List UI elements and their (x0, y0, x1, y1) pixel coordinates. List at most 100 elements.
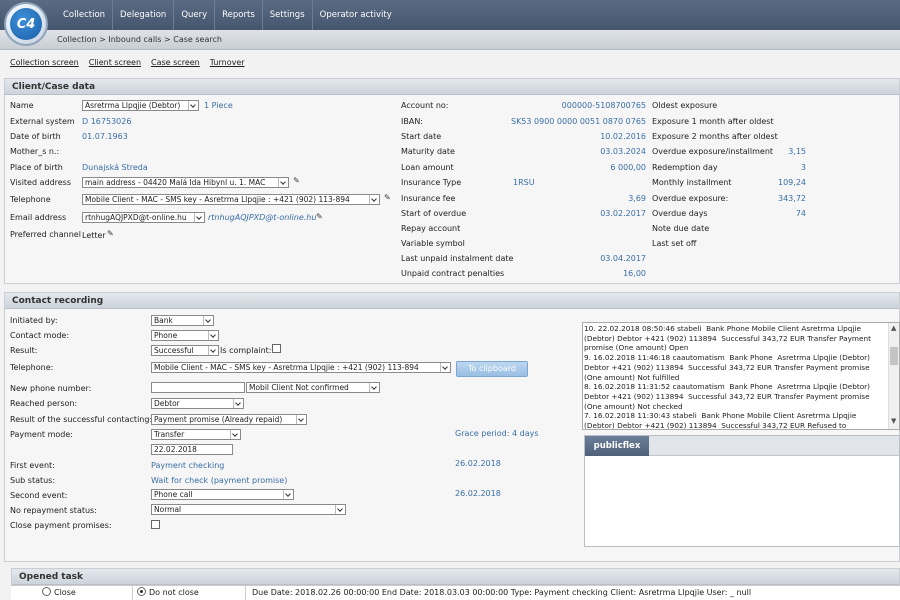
new-phone-type-value: Mobil Client Not confirmed (249, 383, 349, 392)
contact-mode-value: Phone (154, 331, 178, 340)
nav-operator-activity[interactable]: Operator activity (313, 0, 399, 30)
nav-query[interactable]: Query (174, 0, 216, 30)
redemption-day-label: Redemption day (652, 163, 718, 172)
second-event-label: Second event: (10, 491, 68, 500)
scroll-down-icon[interactable]: ▼ (891, 417, 896, 425)
publicflex-tab-bar (649, 436, 899, 456)
no-repayment-label: No repayment status: (10, 506, 97, 515)
complaint-checkbox[interactable] (272, 344, 281, 353)
chevron-down-icon (208, 331, 218, 340)
sub-status-label: Sub status: (10, 476, 56, 485)
new-phone-input[interactable] (151, 382, 245, 393)
edit-pencil-icon[interactable]: ✎ (107, 229, 114, 238)
email-select[interactable]: rtnhugAQJPXD@t-online.hu (82, 212, 205, 223)
to-clipboard-button[interactable]: To clipboard (456, 361, 528, 377)
first-event-value: Payment checking (151, 461, 225, 470)
chevron-down-icon (278, 178, 288, 187)
no-repayment-select[interactable]: Normal (151, 504, 346, 515)
overdue-days-value: 74 (795, 209, 806, 218)
publicflex-panel: publicflex (584, 435, 900, 547)
iban-label: IBAN: (401, 117, 423, 126)
penalties-value: 16,00 (623, 269, 646, 278)
scroll-thumb[interactable] (890, 347, 898, 365)
contact-mode-label: Contact mode: (10, 331, 70, 340)
contact-mode-select[interactable]: Phone (151, 330, 219, 341)
link-turnover[interactable]: Turnover (210, 58, 245, 67)
scroll-up-icon[interactable]: ▲ (891, 324, 896, 332)
task-details: Due Date: 2018.02.26 00:00:00 End Date: … (252, 588, 752, 597)
oldest-exposure-label: Oldest exposure (652, 101, 718, 110)
app-logo[interactable]: C4 (4, 2, 48, 46)
overdue-exposure-value: 343,72 (778, 194, 806, 203)
chevron-down-icon (194, 213, 204, 222)
sub-navigation: Collection screen Client screen Case scr… (10, 58, 245, 67)
main-nav: Collection Delegation Query Reports Sett… (56, 0, 399, 30)
do-not-close-radio[interactable] (137, 587, 146, 596)
link-case-screen[interactable]: Case screen (151, 58, 200, 67)
insurance-fee-value: 3,69 (628, 194, 646, 203)
first-event-date: 26.02.2018 (455, 459, 501, 468)
contact-recording-title: Contact recording (5, 293, 899, 309)
payment-mode-value: Transfer (154, 430, 185, 439)
name-select-value: Asretrma Llpqjie (Debtor) (85, 101, 181, 110)
opened-task-title: Opened task (12, 569, 899, 585)
monthly-installment-value: 109,24 (778, 178, 806, 187)
edit-pencil-icon[interactable]: ✎ (316, 212, 323, 221)
telephone-value: Mobile Client - MAC - SMS key - Asretrma… (85, 195, 350, 204)
payment-date-input[interactable]: 22.02.2018 (151, 444, 233, 455)
account-no-label: Account no: (401, 101, 449, 110)
last-unpaid-label: Last unpaid instalment date (401, 254, 514, 263)
nav-delegation[interactable]: Delegation (113, 0, 175, 30)
edit-pencil-icon[interactable]: ✎ (293, 176, 300, 185)
tab-publicflex[interactable]: publicflex (585, 436, 649, 456)
contact-telephone-select[interactable]: Mobile Client - MAC - SMS key - Asretrma… (151, 362, 451, 373)
result-select[interactable]: Successful (151, 345, 219, 356)
nav-settings[interactable]: Settings (263, 0, 313, 30)
mother-name-label: Mother_s n.: (10, 147, 60, 156)
nav-collection[interactable]: Collection (56, 0, 114, 30)
close-task-label: Close (54, 588, 76, 597)
nav-reports[interactable]: Reports (215, 0, 263, 30)
log-scrollbar[interactable]: ▲ ▼ (888, 323, 899, 429)
initiated-by-select[interactable]: Bank (151, 315, 214, 326)
name-select[interactable]: Asretrma Llpqjie (Debtor) (82, 100, 199, 111)
client-case-title: Client/Case data (5, 79, 899, 95)
payment-mode-select[interactable]: Transfer (151, 429, 241, 440)
telephone-label: Telephone (10, 195, 51, 204)
complaint-label: Is complaint: (220, 346, 272, 355)
initiated-by-label: Initiated by: (10, 316, 58, 325)
logo-mark: C4 (10, 8, 42, 40)
initiated-by-value: Bank (154, 316, 173, 325)
close-promises-checkbox[interactable] (151, 520, 160, 529)
telephone-select[interactable]: Mobile Client - MAC - SMS key - Asretrma… (82, 194, 380, 205)
chevron-down-icon (283, 490, 293, 499)
start-date-value: 10.02.2016 (600, 132, 646, 141)
pieces-link[interactable]: 1 Piece (204, 101, 233, 110)
edit-pencil-icon[interactable]: ✎ (384, 193, 391, 202)
link-client-screen[interactable]: Client screen (89, 58, 141, 67)
place-of-birth-value: Dunajská Streda (82, 163, 148, 172)
second-event-select[interactable]: Phone call (151, 489, 294, 500)
visited-address-select[interactable]: main address - 04420 Malá Ida Hibynl u. … (82, 177, 289, 188)
contact-telephone-label: Telephone: (10, 363, 54, 372)
chevron-down-icon (296, 415, 306, 424)
chevron-down-icon (440, 363, 450, 372)
email-link[interactable]: rtnhugAQJPXD@t-online.hu (208, 213, 316, 222)
overdue-exposure-label: Overdue exposure: (652, 194, 729, 203)
email-value: rtnhugAQJPXD@t-online.hu (85, 213, 187, 222)
visited-address-label: Visited address (10, 178, 72, 187)
close-promises-label: Close payment promises: (10, 521, 112, 530)
overdue-installment-label: Overdue exposure/installment (652, 147, 774, 156)
grace-period: Grace period: 4 days (455, 429, 539, 438)
preferred-channel-value: Letter (82, 231, 106, 240)
chevron-down-icon (233, 399, 243, 408)
link-collection-screen[interactable]: Collection screen (10, 58, 79, 67)
penalties-label: Unpaid contract penalties (401, 269, 505, 278)
reached-person-select[interactable]: Debtor (151, 398, 244, 409)
close-task-radio[interactable] (42, 587, 51, 596)
external-system-label: External system (10, 117, 75, 126)
result-success-select[interactable]: Payment promise (Already repaid) (151, 414, 307, 425)
chevron-down-icon (188, 101, 198, 110)
new-phone-type-select[interactable]: Mobil Client Not confirmed (246, 382, 380, 393)
contact-history-log[interactable]: 10. 22.02.2018 08:50:46 stabeli Bank Pho… (582, 322, 900, 430)
